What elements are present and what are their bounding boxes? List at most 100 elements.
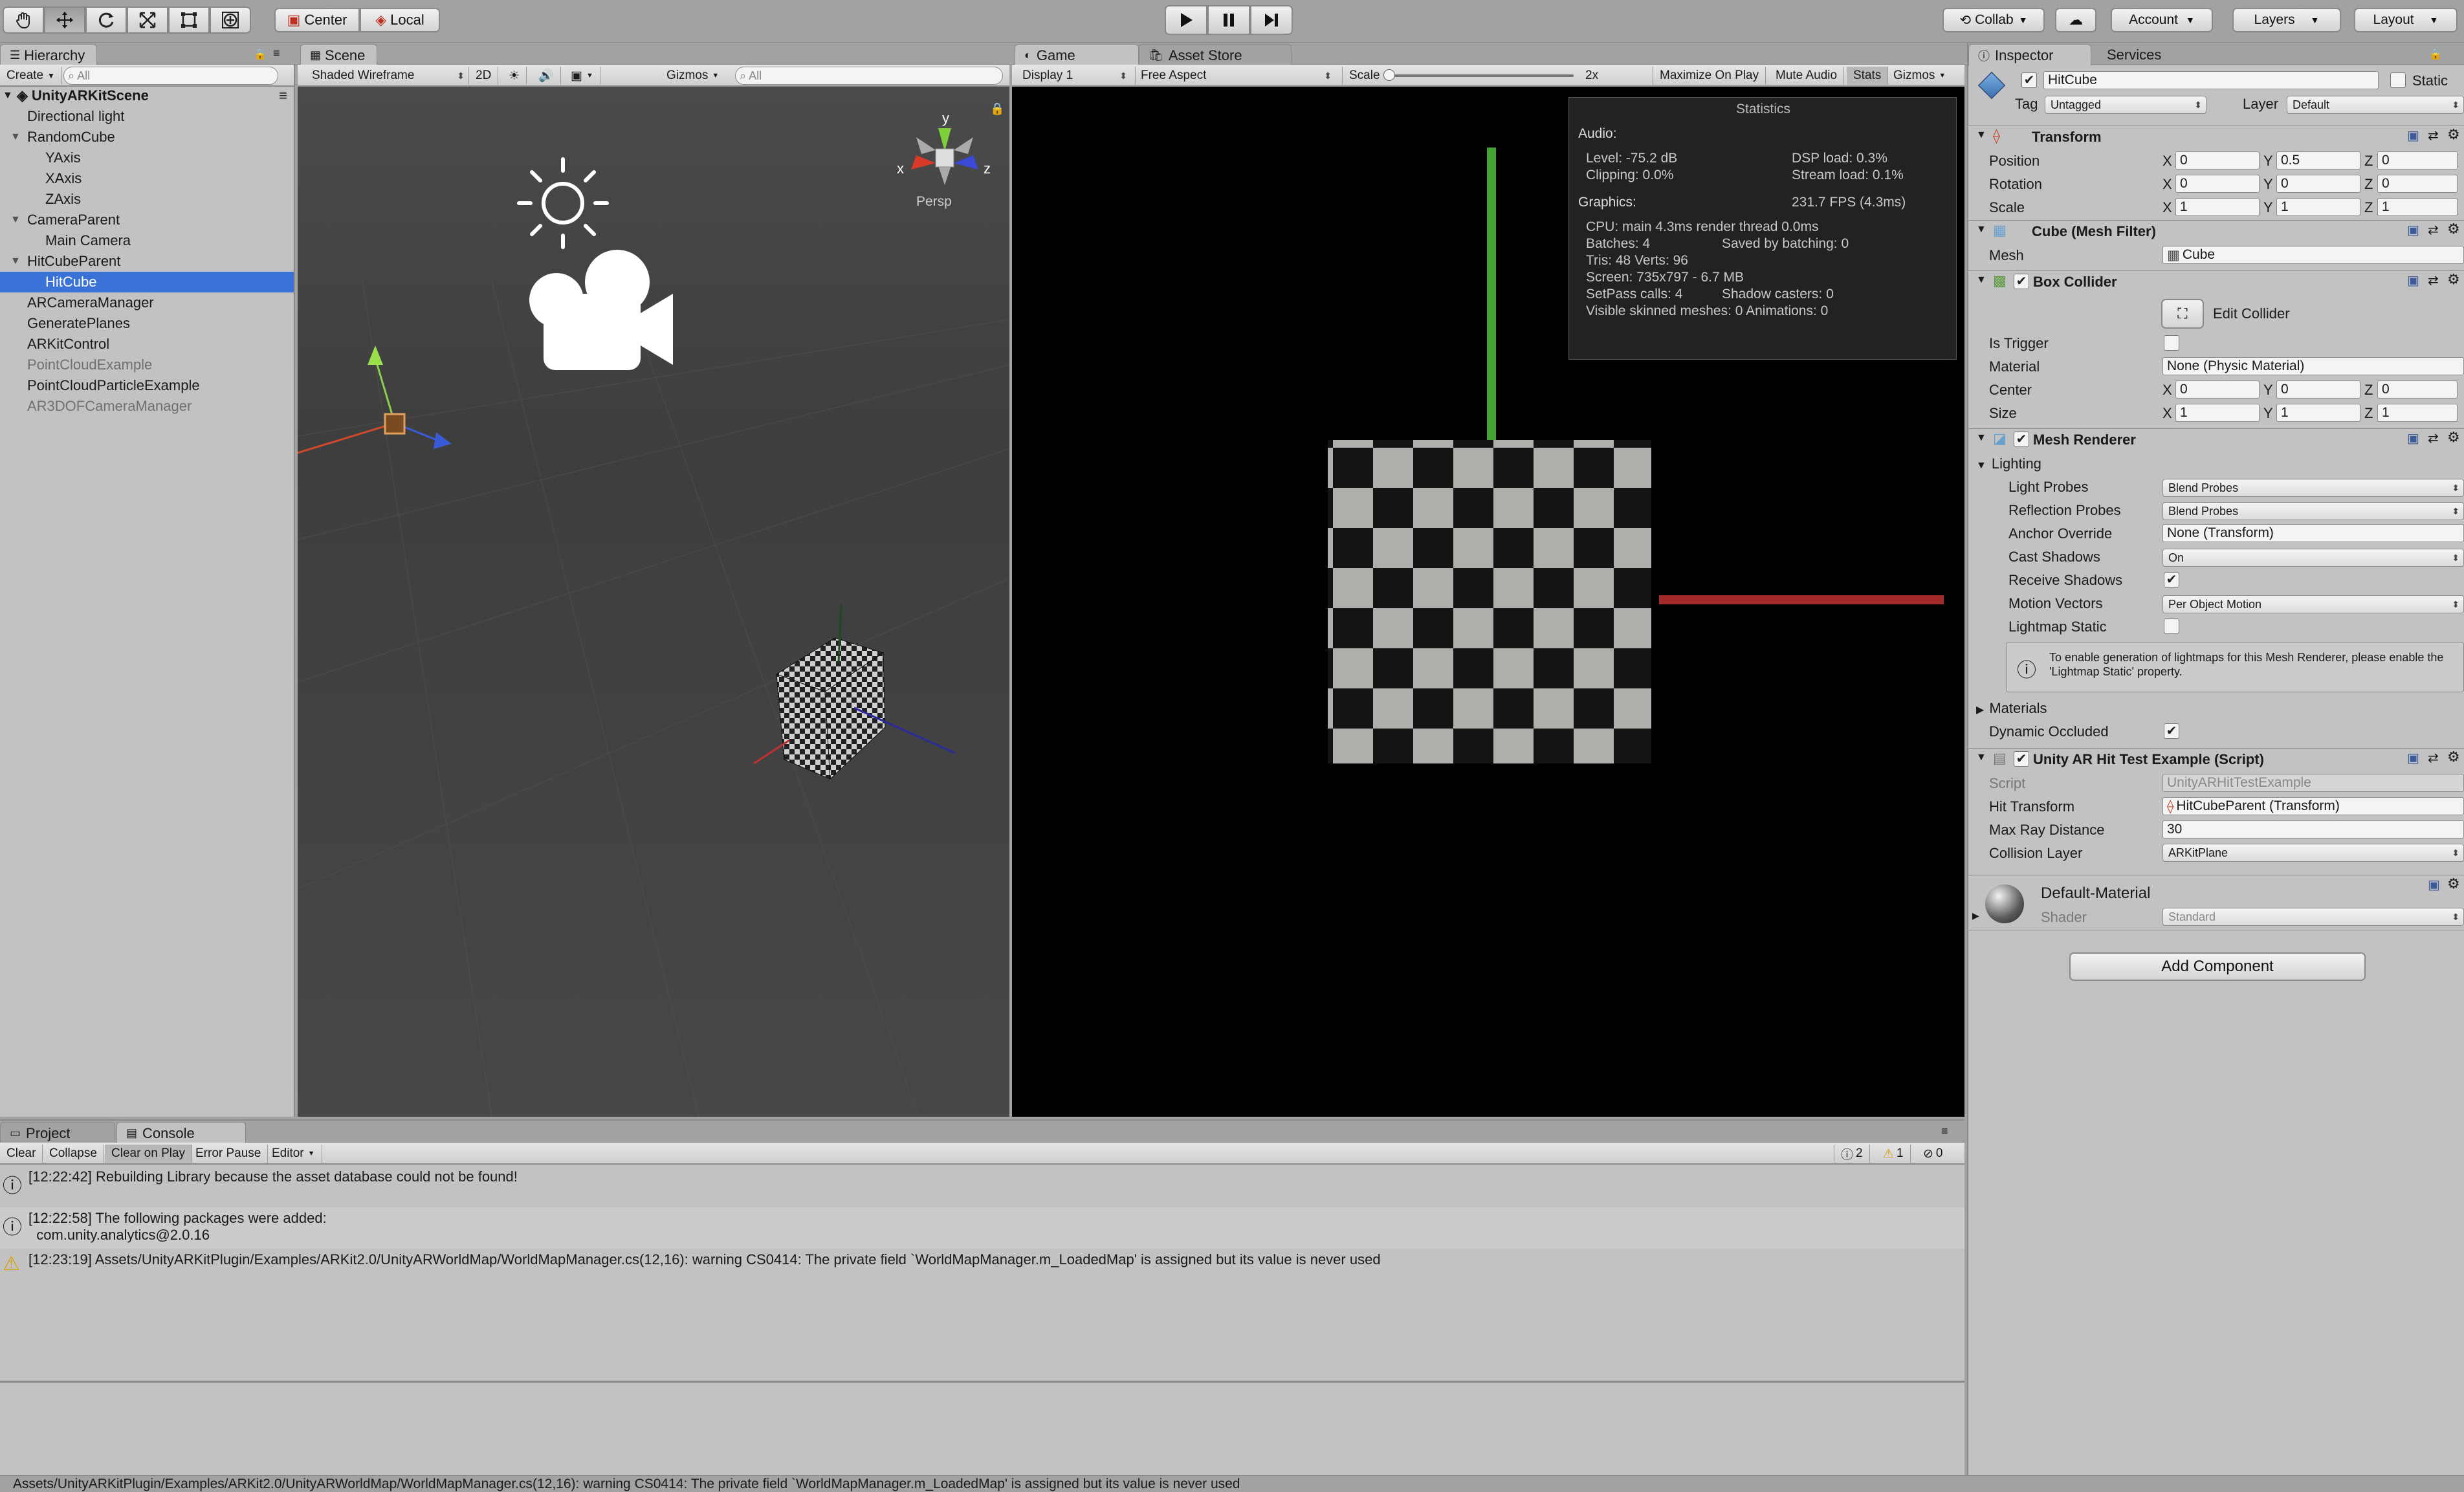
rect-tool-icon[interactable] xyxy=(168,6,210,34)
script-header[interactable]: ▼ ▤ ✔ Unity AR Hit Test Example (Script)… xyxy=(1967,748,2464,770)
create-dropdown[interactable]: Create ▼ xyxy=(0,67,62,85)
mesh-renderer-header[interactable]: ▼ ◪ ✔ Mesh Renderer ▣ ⇄ ⚙ xyxy=(1967,428,2464,450)
preset-icon[interactable]: ⇄ xyxy=(2428,750,2439,766)
materials-foldout[interactable]: ▶ Materials xyxy=(1976,700,2047,717)
scene-lighting-toggle[interactable]: ☀ xyxy=(502,67,527,85)
expand-arrow-icon[interactable]: ▼ xyxy=(0,256,27,267)
hierarchy-item[interactable]: YAxis xyxy=(0,148,294,168)
gear-icon[interactable]: ⚙ xyxy=(2447,875,2460,892)
layers-dropdown[interactable]: Layers ▼ xyxy=(2232,8,2341,32)
mute-audio-toggle[interactable]: Mute Audio xyxy=(1769,67,1845,85)
account-dropdown[interactable]: Account ▼ xyxy=(2111,8,2213,32)
tab-project[interactable]: ▭ Project xyxy=(0,1122,115,1144)
scale-x-field[interactable]: 1 xyxy=(2175,198,2260,216)
lighting-foldout[interactable]: ▼ Lighting xyxy=(1976,455,2041,472)
box-collider-header[interactable]: ▼ ▩ ✔ Box Collider ▣ ⇄ ⚙ xyxy=(1967,270,2464,292)
hierarchy-item[interactable]: ZAxis xyxy=(0,189,294,210)
lock-icon[interactable]: 🔒 xyxy=(254,48,267,61)
status-bar[interactable]: Assets/UnityARKitPlugin/Examples/ARKit2.… xyxy=(0,1475,2464,1492)
scale-slider-thumb[interactable] xyxy=(1383,69,1395,81)
rotation-x-field[interactable]: 0 xyxy=(2175,175,2260,193)
display-dropdown[interactable]: Display 1 xyxy=(1017,67,1131,85)
scene-root-row[interactable]: ▼ ◈ UnityARKitScene ≡ xyxy=(0,85,294,106)
play-button[interactable] xyxy=(1165,5,1207,35)
panel-menu-icon[interactable]: ≡ xyxy=(1941,1124,1948,1138)
hierarchy-item[interactable]: XAxis xyxy=(0,168,294,189)
scale-tool-icon[interactable] xyxy=(127,6,168,34)
material-section[interactable]: ▶ Default-Material Shader Standard ▣ ⚙ xyxy=(1967,875,2464,930)
console-log-entry[interactable]: ⚠ [12:23:19] Assets/UnityARKitPlugin/Exam… xyxy=(0,1249,1964,1275)
pivot-local-button[interactable]: ◈ Local xyxy=(360,8,440,32)
tab-hierarchy[interactable]: ☰ Hierarchy xyxy=(0,44,98,66)
warning-filter-toggle[interactable]: ⚠ 1 xyxy=(1876,1145,1911,1163)
scene-gizmos-dropdown[interactable]: Gizmos ▼ xyxy=(660,67,725,85)
step-button[interactable] xyxy=(1250,5,1293,35)
help-book-icon[interactable]: ▣ xyxy=(2407,430,2419,446)
mesh-renderer-enabled-checkbox[interactable]: ✔ xyxy=(2014,432,2029,447)
max-ray-distance-field[interactable]: 30 xyxy=(2162,820,2464,839)
add-component-button[interactable]: Add Component xyxy=(2069,952,2366,981)
foldout-arrow-icon[interactable]: ▶ xyxy=(1972,910,1979,921)
gear-icon[interactable]: ⚙ xyxy=(2447,126,2460,143)
foldout-arrow-icon[interactable]: ▼ xyxy=(1976,432,1986,444)
box-collider-enabled-checkbox[interactable]: ✔ xyxy=(2014,274,2029,289)
object-name-field[interactable]: HitCube xyxy=(2043,71,2379,89)
collider-material-field[interactable]: None (Physic Material) xyxy=(2162,357,2464,375)
lightmap-static-checkbox[interactable] xyxy=(2164,619,2179,634)
cast-shadows-dropdown[interactable]: On xyxy=(2162,549,2464,567)
tab-services[interactable]: Services xyxy=(2098,44,2205,66)
rotation-y-field[interactable]: 0 xyxy=(2276,175,2360,193)
gear-icon[interactable]: ⚙ xyxy=(2447,271,2460,288)
hierarchy-item[interactable]: ▼ CameraParent xyxy=(0,210,294,230)
stats-toggle[interactable]: Stats xyxy=(1847,67,1889,85)
foldout-arrow-icon[interactable]: ▼ xyxy=(1976,129,1986,141)
hierarchy-item[interactable]: AR3DOFCameraManager xyxy=(0,396,294,417)
foldout-arrow-icon[interactable]: ▼ xyxy=(1976,224,1986,236)
transform-tool-icon[interactable] xyxy=(210,6,251,34)
motion-vectors-dropdown[interactable]: Per Object Motion xyxy=(2162,595,2464,613)
hit-transform-field[interactable]: ⟠ HitCubeParent (Transform) xyxy=(2162,797,2464,815)
hierarchy-item[interactable]: PointCloudExample xyxy=(0,355,294,375)
info-filter-toggle[interactable]: ⓘ 2 xyxy=(1834,1145,1870,1163)
tab-scene[interactable]: ▦ Scene xyxy=(300,44,378,66)
help-book-icon[interactable]: ▣ xyxy=(2407,272,2419,289)
mesh-field[interactable]: ▦ Cube xyxy=(2162,246,2464,264)
help-book-icon[interactable]: ▣ xyxy=(2428,877,2440,893)
move-tool-icon[interactable] xyxy=(44,6,85,34)
is-trigger-checkbox[interactable] xyxy=(2164,335,2179,351)
center-y-field[interactable]: 0 xyxy=(2276,380,2360,399)
tag-dropdown[interactable]: Untagged xyxy=(2045,96,2206,114)
toggle-2d-button[interactable]: 2D xyxy=(468,67,499,85)
tab-inspector[interactable]: ⓘ Inspector xyxy=(1968,44,2091,66)
position-y-field[interactable]: 0.5 xyxy=(2276,151,2360,170)
error-pause-toggle[interactable]: Error Pause xyxy=(189,1145,269,1163)
hierarchy-item[interactable]: ARCameraManager xyxy=(0,292,294,313)
console-log-entry[interactable]: ⓘ [12:22:42] Rebuilding Library because t… xyxy=(0,1166,1964,1207)
layer-dropdown[interactable]: Default xyxy=(2287,96,2464,114)
expand-arrow-icon[interactable]: ▼ xyxy=(0,90,14,102)
clear-on-play-toggle[interactable]: Clear on Play xyxy=(105,1145,193,1163)
editor-dropdown[interactable]: Editor ▼ xyxy=(265,1145,322,1163)
rotate-tool-icon[interactable] xyxy=(85,6,127,34)
script-enabled-checkbox[interactable]: ✔ xyxy=(2014,751,2029,767)
hierarchy-item[interactable]: GeneratePlanes xyxy=(0,313,294,334)
collision-layer-dropdown[interactable]: ARKitPlane xyxy=(2162,844,2464,862)
pivot-center-button[interactable]: ▣ Center xyxy=(274,8,360,32)
clear-button[interactable]: Clear xyxy=(0,1145,43,1163)
gear-icon[interactable]: ⚙ xyxy=(2447,221,2460,237)
gear-icon[interactable]: ⚙ xyxy=(2447,749,2460,765)
scale-slider[interactable] xyxy=(1383,69,1574,81)
preset-icon[interactable]: ⇄ xyxy=(2428,127,2439,144)
tab-asset-store[interactable]: 🛍 Asset Store xyxy=(1139,44,1292,66)
console-log-entry[interactable]: ⓘ [12:22:58] The following packages were … xyxy=(0,1207,1964,1249)
help-book-icon[interactable]: ▣ xyxy=(2407,222,2419,238)
expand-arrow-icon[interactable]: ▼ xyxy=(0,214,27,226)
panel-menu-icon[interactable]: ≡ xyxy=(273,47,280,60)
maximize-on-play-toggle[interactable]: Maximize On Play xyxy=(1653,67,1766,85)
receive-shadows-checkbox[interactable]: ✔ xyxy=(2164,572,2179,587)
shading-mode-dropdown[interactable]: Shaded Wireframe xyxy=(307,67,468,85)
preset-icon[interactable]: ⇄ xyxy=(2428,222,2439,238)
foldout-arrow-icon[interactable]: ▼ xyxy=(1976,274,1986,286)
hierarchy-item[interactable]: Directional light xyxy=(0,106,294,127)
hierarchy-item[interactable]: ▼ HitCubeParent xyxy=(0,251,294,272)
